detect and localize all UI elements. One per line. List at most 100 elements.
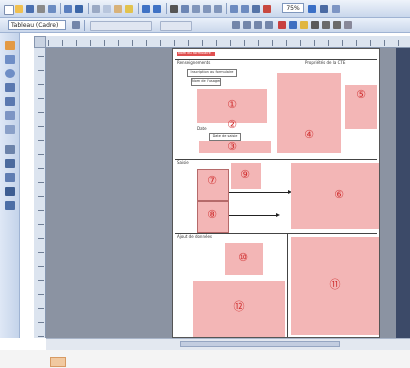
ruler-tick: [314, 40, 315, 46]
pan-icon[interactable]: [252, 5, 260, 13]
line-color-icon[interactable]: [289, 21, 297, 29]
annotation-6: ⑥: [334, 188, 344, 201]
text-tool-icon[interactable]: [192, 5, 200, 13]
ruler-tick: [38, 56, 44, 57]
group-icon[interactable]: [5, 187, 15, 196]
drawing-toolbar: [0, 33, 20, 338]
annotation-5: ⑤: [356, 88, 366, 101]
horizontal-scroll-thumb[interactable]: [180, 341, 340, 347]
ruler-tick: [38, 140, 44, 141]
date-label: Date: [197, 126, 207, 131]
form-field-box-1[interactable]: Inscription au formulaire: [187, 69, 237, 77]
indent-icon[interactable]: [265, 21, 273, 29]
drawing-page[interactable]: Nom du formulaire Renseignements Proprié…: [172, 48, 380, 338]
ruler-corner: [34, 36, 46, 48]
page-title: Nom du formulaire: [178, 51, 211, 55]
research-icon[interactable]: [75, 5, 83, 13]
ruler-tick: [146, 40, 147, 46]
align-center-icon[interactable]: [243, 21, 251, 29]
form-field-box-2[interactable]: Nom de l'usager: [191, 78, 221, 86]
ruler-tick: [398, 40, 399, 46]
ellipse-tool-icon[interactable]: [5, 69, 15, 78]
print-icon[interactable]: [37, 5, 45, 13]
line-ends-icon[interactable]: [333, 21, 341, 29]
freeform-icon[interactable]: [5, 111, 15, 120]
annotation-12: ⑫: [233, 300, 245, 313]
help-icon[interactable]: [308, 5, 316, 13]
horizontal-ruler: [34, 36, 410, 48]
toolbar-overflow-icon[interactable]: [332, 5, 340, 13]
new-file-icon[interactable]: [4, 5, 14, 15]
pointer-icon[interactable]: [5, 41, 15, 50]
ruler-tick: [38, 112, 44, 113]
shapes-window-icon[interactable]: [263, 5, 271, 13]
ruler-tick: [244, 40, 245, 46]
crop-icon[interactable]: [5, 159, 15, 168]
section1-label: Renseignements: [177, 60, 211, 65]
connection-point-icon[interactable]: [5, 201, 15, 210]
ruler-tick: [174, 40, 175, 46]
fill-color-icon[interactable]: [300, 21, 308, 29]
canvas-edge: [396, 48, 410, 338]
ruler-tick: [38, 322, 44, 323]
annotation-9: ⑨: [240, 168, 250, 181]
bold-icon[interactable]: [72, 21, 80, 29]
font-box-icon[interactable]: [90, 21, 152, 31]
annotation-4: ④: [304, 128, 314, 141]
shape-tool-icon[interactable]: [214, 5, 222, 13]
zoom-in-icon[interactable]: [241, 5, 249, 13]
open-folder-icon[interactable]: [15, 5, 23, 13]
arc-icon[interactable]: [5, 97, 15, 106]
size-box-icon[interactable]: [160, 21, 192, 31]
align-right-icon[interactable]: [254, 21, 262, 29]
standard-toolbar: [0, 0, 410, 18]
line-tool-icon[interactable]: [203, 5, 211, 13]
ruler-tick: [384, 40, 385, 46]
shadow-icon[interactable]: [344, 21, 352, 29]
ruler-tick: [38, 252, 44, 253]
zoom-out-icon[interactable]: [230, 5, 238, 13]
options-icon[interactable]: [320, 5, 328, 13]
page-tab-icon[interactable]: [50, 357, 66, 367]
ruler-tick: [118, 40, 119, 46]
line-weight-icon[interactable]: [311, 21, 319, 29]
align-left-icon[interactable]: [232, 21, 240, 29]
ruler-tick: [38, 224, 44, 225]
ruler-tick: [90, 40, 91, 46]
ruler-tick: [202, 40, 203, 46]
format-painter-icon[interactable]: [125, 5, 133, 13]
copy-icon[interactable]: [103, 5, 111, 13]
rotate-icon[interactable]: [5, 173, 15, 182]
annotation-11: ⑪: [329, 278, 341, 291]
cut-icon[interactable]: [92, 5, 100, 13]
placeholder-4[interactable]: [277, 73, 341, 153]
ruler-tick: [38, 308, 44, 309]
ruler-tick: [38, 84, 44, 85]
annotation-10: ⑩: [238, 251, 248, 264]
redo-icon[interactable]: [153, 5, 161, 13]
ruler-tick: [258, 40, 259, 46]
section2-divider: [175, 159, 377, 160]
pencil-icon[interactable]: [5, 125, 15, 134]
zoom-select[interactable]: 75%: [282, 3, 304, 13]
line-pattern-icon[interactable]: [322, 21, 330, 29]
stamp-icon[interactable]: [5, 145, 15, 154]
preview-icon[interactable]: [48, 5, 56, 13]
spell-check-icon[interactable]: [64, 5, 72, 13]
line-icon[interactable]: [5, 83, 15, 92]
annotation-2: ②: [227, 118, 237, 131]
annotation-8: ⑧: [207, 208, 217, 221]
ruler-tick: [38, 238, 44, 239]
undo-icon[interactable]: [142, 5, 150, 13]
annotation-3: ③: [227, 140, 237, 153]
rectangle-tool-icon[interactable]: [5, 55, 15, 64]
ruler-tick: [370, 40, 371, 46]
connector-icon[interactable]: [181, 5, 189, 13]
style-select[interactable]: Tableau (Cadre): [8, 20, 66, 30]
font-color-icon[interactable]: [278, 21, 286, 29]
pointer-tool-icon[interactable]: [170, 5, 178, 13]
ruler-tick: [38, 98, 44, 99]
vertical-ruler: [34, 48, 46, 338]
save-icon[interactable]: [26, 5, 34, 13]
paste-icon[interactable]: [114, 5, 122, 13]
